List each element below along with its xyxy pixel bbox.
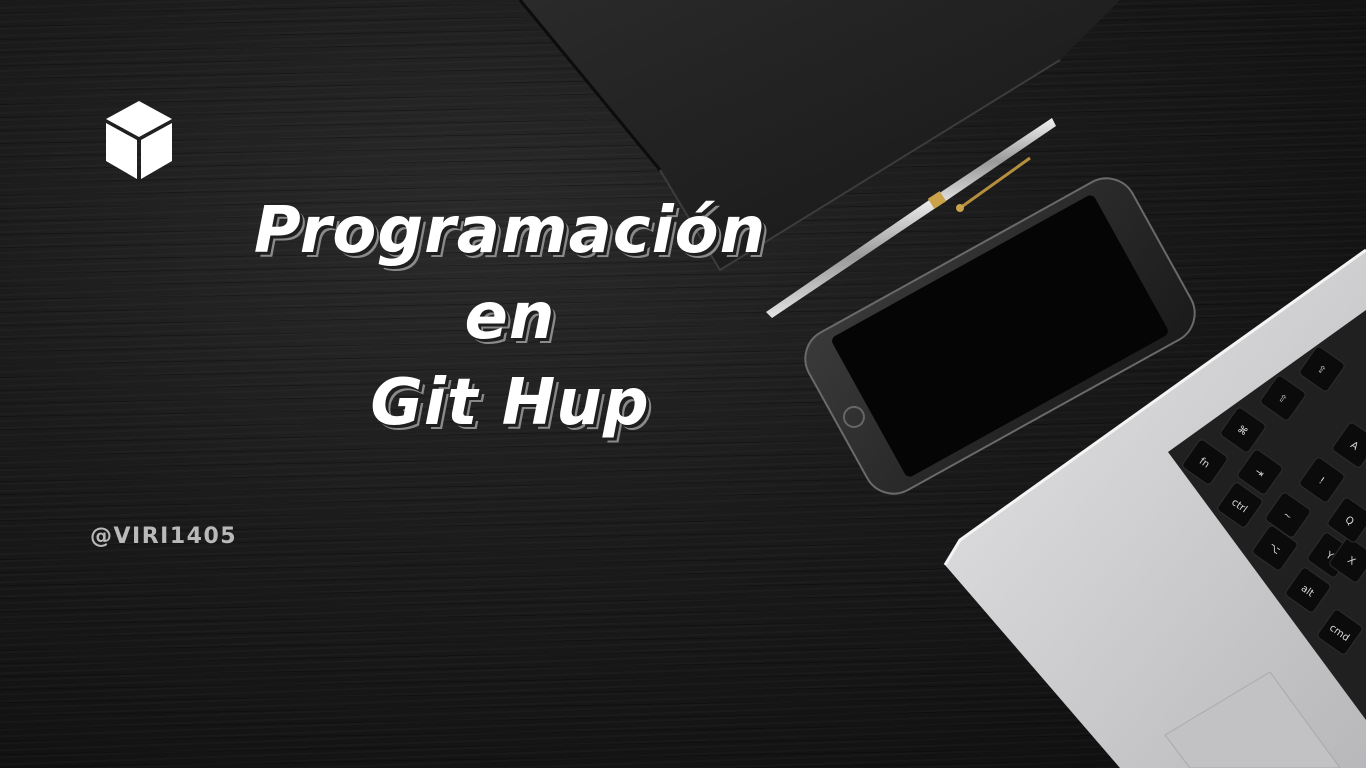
- title-line-2: en: [464, 280, 556, 354]
- author-handle: @VIRI1405: [90, 524, 238, 549]
- banner-canvas: fn ctrl ⌥ alt cmd ⌘ ⇧ ⇪ ⇥ ~! A Y X Q Programación en …: [0, 0, 1366, 768]
- cube-icon: [106, 101, 172, 179]
- title-line-1: Programación: [253, 194, 767, 268]
- title-line-3: Git Hup: [370, 366, 650, 440]
- title: Programación en Git Hup: [250, 188, 770, 446]
